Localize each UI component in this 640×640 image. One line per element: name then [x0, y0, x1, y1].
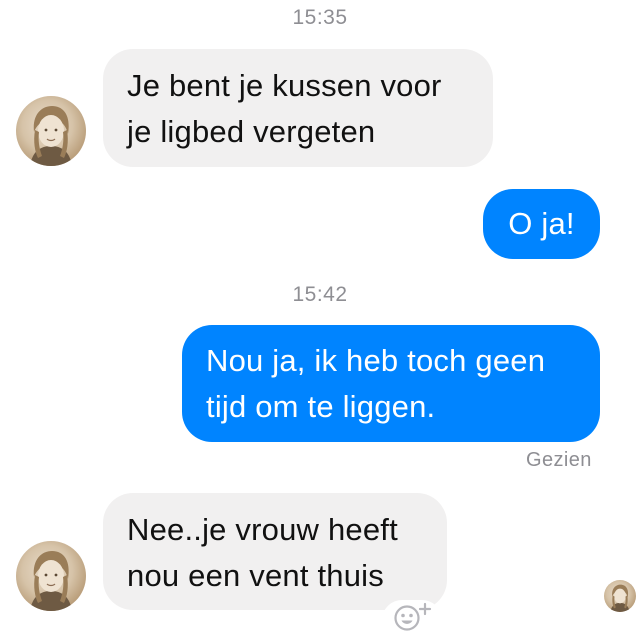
reaction-button[interactable] — [382, 600, 442, 640]
chat-thread: 15:35 Je bent je kussen voor je ligbed v… — [0, 0, 640, 640]
smiley-plus-icon — [394, 602, 432, 631]
contact-avatar-icon[interactable] — [16, 96, 86, 166]
timestamp: 15:35 — [292, 6, 348, 29]
incoming-message-bubble[interactable]: Nee..je vrouw heeft nou een vent thuis — [103, 493, 447, 610]
outgoing-message-bubble[interactable]: Nou ja, ik heb toch geen tijd om te ligg… — [182, 325, 600, 442]
incoming-message-bubble[interactable]: Je bent je kussen voor je ligbed vergete… — [103, 49, 493, 167]
seen-status: Gezien — [526, 449, 592, 471]
timestamp: 15:42 — [292, 283, 348, 306]
read-receipt-avatar-icon — [604, 580, 636, 612]
contact-avatar-icon[interactable] — [16, 541, 86, 611]
outgoing-message-bubble[interactable]: O ja! — [483, 189, 600, 259]
